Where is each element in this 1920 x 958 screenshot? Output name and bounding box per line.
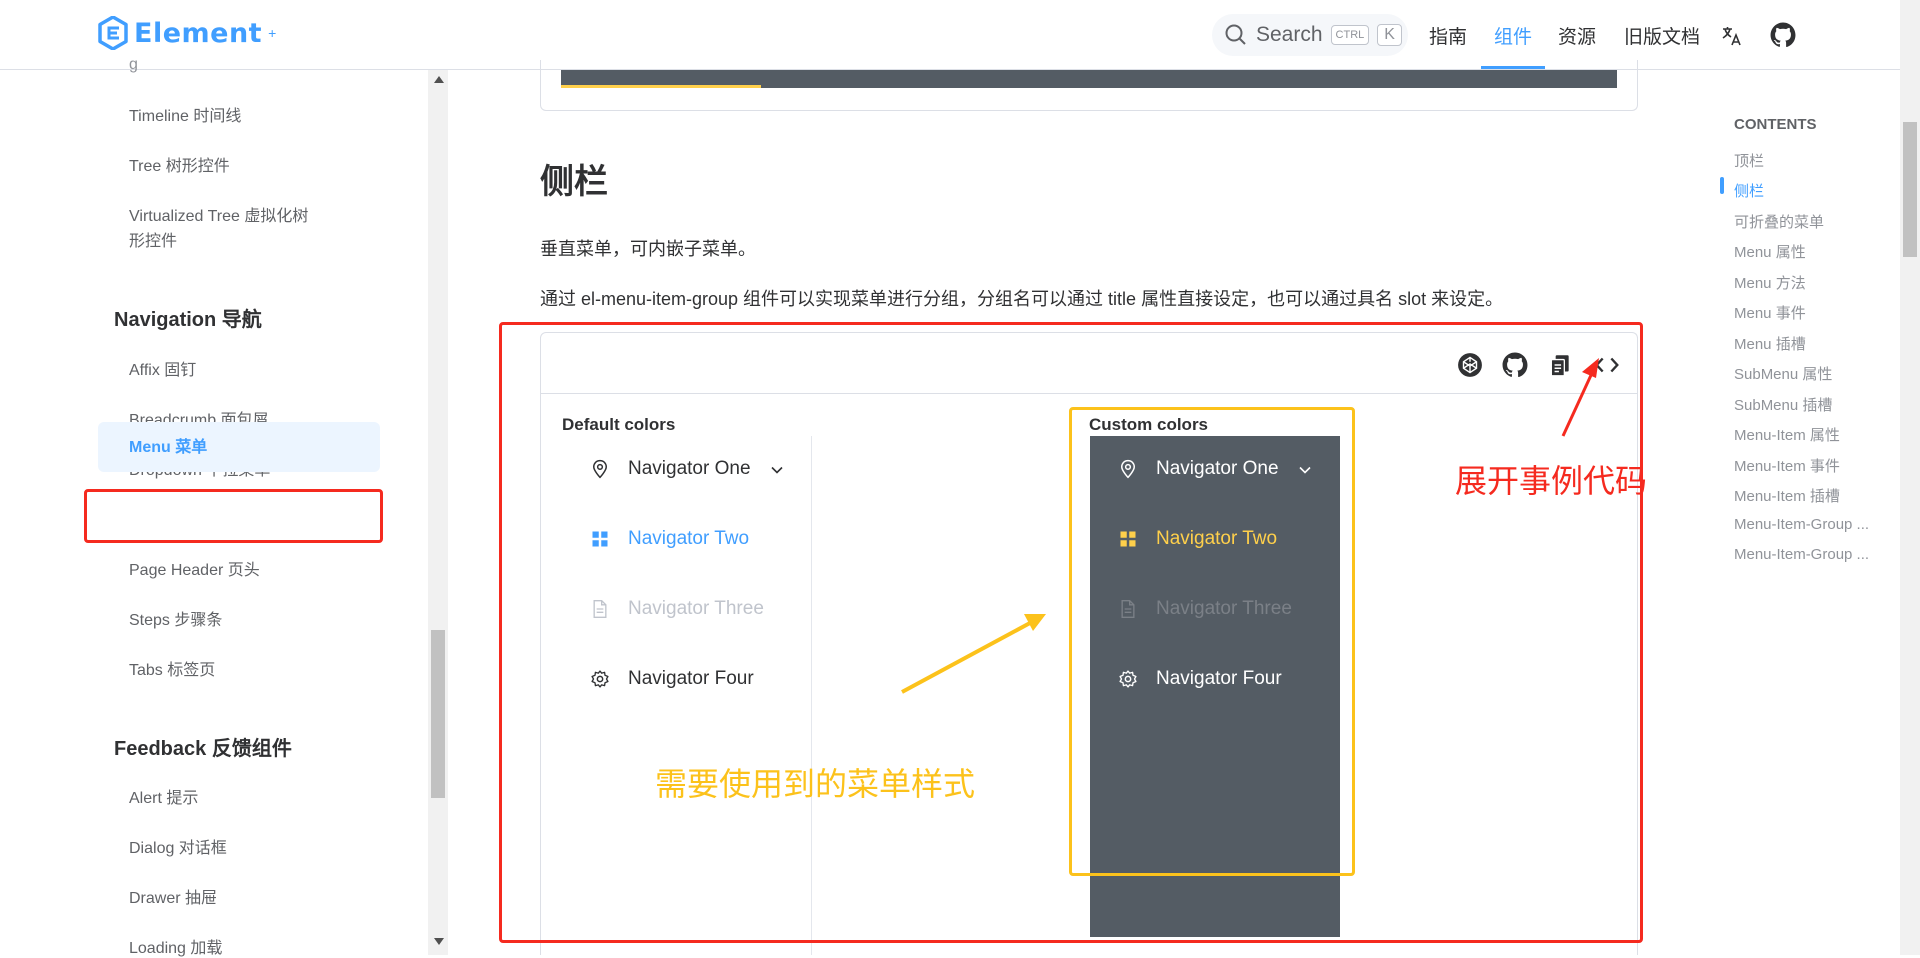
nav-components[interactable]: 组件 — [1494, 22, 1532, 49]
element-plus-logo[interactable]: Element + — [98, 16, 276, 50]
annotation-expand-code-text: 展开事例代码 — [1455, 463, 1648, 499]
sidebar-item-tabs[interactable]: Tabs 标签页 — [129, 656, 215, 680]
toc-item-menu-slots[interactable]: Menu 插槽 — [1734, 333, 1806, 354]
annotation-menu-style-text: 需要使用到的菜单样式 — [655, 766, 976, 802]
page-scrollbar-thumb[interactable] — [1903, 122, 1917, 257]
toc-item-menu-events[interactable]: Menu 事件 — [1734, 302, 1806, 323]
toc-item-submenu-slots[interactable]: SubMenu 插槽 — [1734, 394, 1832, 415]
sidebar-item-menu[interactable]: Menu 菜单 — [129, 433, 207, 457]
scroll-up-arrow-icon[interactable] — [434, 76, 444, 83]
toc-item-menuitem-attrs[interactable]: Menu-Item 属性 — [1734, 424, 1840, 445]
element-logo-icon — [98, 16, 128, 50]
sidebar-item-virtualized-tree-cont[interactable]: 形控件 — [129, 227, 177, 251]
section-title: 侧栏 — [540, 163, 608, 201]
toc-item-menuitem-slots[interactable]: Menu-Item 插槽 — [1734, 485, 1840, 506]
sidebar-item-affix[interactable]: Affix 固钉 — [129, 356, 196, 380]
scroll-down-arrow-icon[interactable] — [434, 938, 444, 945]
sidebar-scrollbar-thumb[interactable] — [431, 630, 445, 798]
sidebar-item-drawer[interactable]: Drawer 抽屉 — [129, 884, 217, 908]
sidebar-group-feedback: Feedback 反馈组件 — [114, 738, 292, 760]
nav-guide[interactable]: 指南 — [1429, 22, 1467, 49]
sidebar-item-alert[interactable]: Alert 提示 — [129, 784, 198, 808]
kbd-k: K — [1377, 24, 1402, 46]
toc-item-top-bar[interactable]: 顶栏 — [1734, 150, 1764, 171]
toc-item-submenu-attrs[interactable]: SubMenu 属性 — [1734, 363, 1832, 384]
section-description: 垂直菜单，可内嵌子菜单。 — [540, 239, 756, 259]
sidebar-item-tree[interactable]: Tree 树形控件 — [129, 152, 230, 176]
toc-item-sidebar[interactable]: 侧栏 — [1734, 180, 1764, 201]
toc-item-menuitemgroup-1[interactable]: Menu-Item-Group ... — [1734, 516, 1869, 533]
annotation-custom-menu-box — [1069, 407, 1355, 876]
toc-item-menuitemgroup-2[interactable]: Menu-Item-Group ... — [1734, 546, 1869, 563]
toc-item-menuitem-events[interactable]: Menu-Item 事件 — [1734, 455, 1840, 476]
section-note: 通过 el-menu-item-group 组件可以实现菜单进行分组，分组名可以… — [540, 289, 1504, 309]
horizontal-menu-active-indicator — [561, 85, 761, 88]
sidebar-item-virtualized-tree[interactable]: Virtualized Tree 虚拟化树 — [129, 202, 308, 226]
sidebar-item-dialog[interactable]: Dialog 对话框 — [129, 834, 227, 858]
sidebar-item-timeline[interactable]: Timeline 时间线 — [129, 102, 241, 126]
kbd-ctrl: CTRL — [1330, 25, 1370, 45]
sidebar-item-partial: g — [129, 56, 138, 73]
sidebar-group-navigation: Navigation 导航 — [114, 309, 262, 331]
toc-active-marker — [1720, 177, 1724, 194]
toc-title: CONTENTS — [1734, 116, 1817, 133]
translate-icon[interactable] — [1720, 24, 1744, 48]
sidebar-item-page-header[interactable]: Page Header 页头 — [129, 556, 260, 580]
logo-text: Element — [134, 17, 263, 49]
search-placeholder: Search — [1256, 23, 1323, 46]
nav-resources[interactable]: 资源 — [1558, 22, 1596, 49]
toc-item-menu-methods[interactable]: Menu 方法 — [1734, 272, 1806, 293]
search-icon — [1225, 24, 1246, 45]
logo-plus: + — [268, 25, 277, 41]
annotation-menu-highlight — [84, 489, 383, 543]
toc-item-menu-attrs[interactable]: Menu 属性 — [1734, 241, 1806, 262]
sidebar-scrollbar[interactable] — [428, 70, 448, 955]
sidebar-item-loading[interactable]: Loading 加载 — [129, 934, 222, 958]
github-icon[interactable] — [1770, 22, 1796, 48]
search-button[interactable]: Search CTRL K — [1212, 14, 1408, 56]
toc-item-collapse[interactable]: 可折叠的菜单 — [1734, 211, 1824, 232]
sidebar-item-steps[interactable]: Steps 步骤条 — [129, 606, 222, 630]
nav-legacy-docs[interactable]: 旧版文档 — [1624, 22, 1700, 49]
